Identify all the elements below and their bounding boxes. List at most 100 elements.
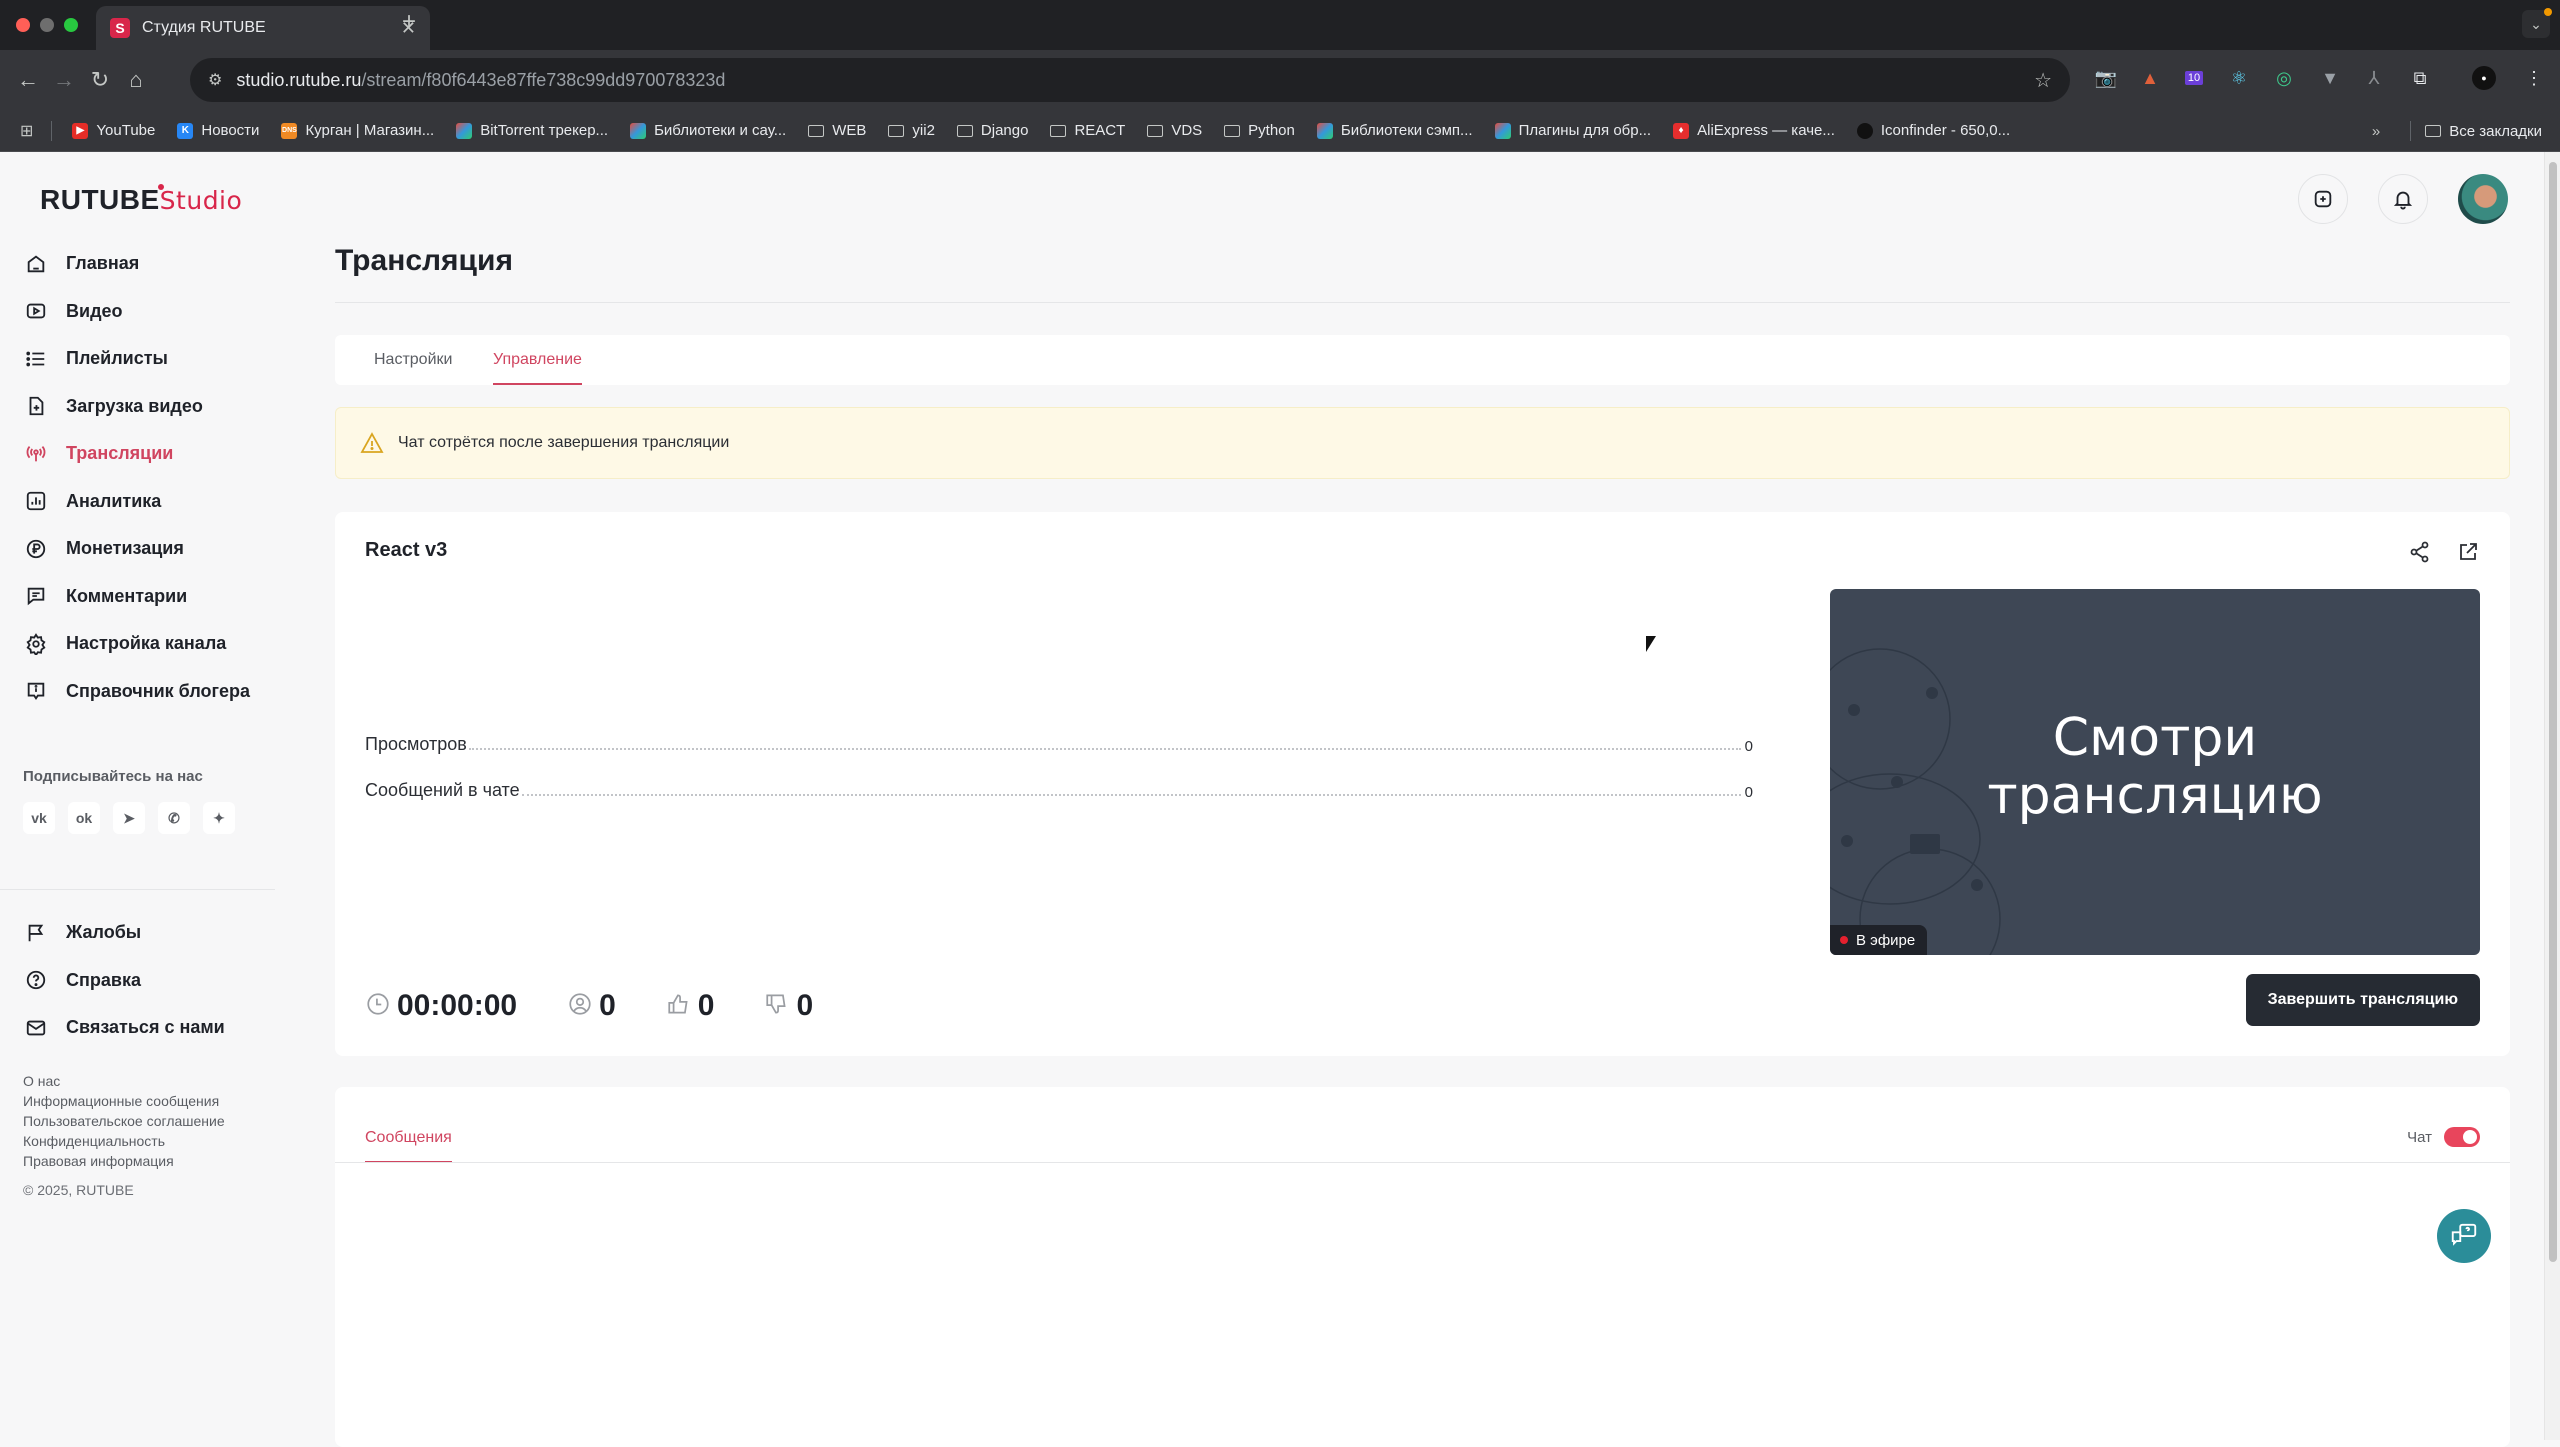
sidebar-item-channel-settings[interactable]: Настройка канала <box>24 620 250 668</box>
home-button[interactable]: ⌂ <box>118 67 154 93</box>
radar-extension-icon[interactable]: ◎ <box>2272 66 2296 90</box>
close-window-button[interactable] <box>16 18 30 32</box>
bookmarks-overflow-button[interactable]: » <box>2372 123 2380 140</box>
footer-link-info-messages[interactable]: Информационные сообщения <box>23 1091 225 1111</box>
vk-icon[interactable]: vk <box>23 802 55 834</box>
sidebar-item-comments[interactable]: Комментарии <box>24 573 250 621</box>
sidebar-item-label: Главная <box>66 253 140 274</box>
sidebar-item-home[interactable]: Главная <box>24 240 250 288</box>
bookmark-sample-libraries[interactable]: Библиотеки сэмп... <box>1316 122 1473 139</box>
profile-icon[interactable]: ● <box>2472 66 2496 90</box>
acrobat-extension-icon[interactable]: ⅄ <box>2362 66 2386 90</box>
sidebar-item-broadcasts[interactable]: Трансляции <box>24 430 250 478</box>
bookmark-aliexpress[interactable]: ♦ AliExpress — каче... <box>1673 122 1835 139</box>
extensions-puzzle-icon[interactable]: ⧉ <box>2408 66 2432 90</box>
viber-icon[interactable]: ✆ <box>158 802 190 834</box>
rutube-studio-logo[interactable]: RUTUBEStudio <box>40 184 242 216</box>
chat-switch[interactable] <box>2444 1127 2480 1147</box>
video-icon <box>24 299 48 323</box>
camera-extension-icon[interactable]: 📷 <box>2094 66 2118 90</box>
tab-messages[interactable]: Сообщения <box>365 1113 452 1163</box>
stream-card: React v3 Просмотров 0 Сообщений в чате 0 <box>335 512 2510 1056</box>
bookmark-folder-web[interactable]: WEB <box>808 122 866 139</box>
tab-search-button[interactable]: ⌄ <box>2522 8 2552 38</box>
bookmark-bittorrent[interactable]: BitTorrent трекер... <box>456 122 608 139</box>
bookmark-plugins[interactable]: Плагины для обр... <box>1494 122 1651 139</box>
bookmarks-bar: ⊞ ▶ YouTube K Новости DNS Курган | Магазин.… <box>0 110 2560 152</box>
scrollbar-thumb[interactable] <box>2549 162 2557 1262</box>
new-tab-button[interactable]: + <box>402 8 416 36</box>
sidebar-item-playlists[interactable]: Плейлисты <box>24 335 250 383</box>
ok-icon[interactable]: ok <box>68 802 100 834</box>
bookmark-folder-django[interactable]: Django <box>956 122 1028 139</box>
browser-tab[interactable]: S Студия RUTUBE ✕ <box>96 6 430 50</box>
browser-menu-icon[interactable]: ⋮ <box>2522 66 2546 90</box>
stat-label: Просмотров <box>365 734 467 754</box>
mouse-cursor <box>1646 636 1656 652</box>
back-button[interactable]: ← <box>10 67 46 93</box>
tab-settings[interactable]: Настройки <box>374 335 452 385</box>
minimize-window-button[interactable] <box>40 18 54 32</box>
bookmark-libraries[interactable]: Библиотеки и сау... <box>630 122 786 139</box>
rutube-favicon: S <box>110 18 130 38</box>
bookmark-iconfinder[interactable]: Iconfinder - 650,0... <box>1856 122 2010 139</box>
maximize-window-button[interactable] <box>64 18 78 32</box>
page-scrollbar[interactable] <box>2544 152 2560 1440</box>
footer-link-user-agreement[interactable]: Пользовательское соглашение <box>23 1111 225 1131</box>
bookmark-novosti[interactable]: K Новости <box>177 122 259 139</box>
bookmark-folder-vds[interactable]: VDS <box>1147 122 1202 139</box>
site-settings-icon[interactable]: ⚙ <box>208 70 222 90</box>
sidebar-item-analytics[interactable]: Аналитика <box>24 478 250 526</box>
footer-link-legal[interactable]: Правовая информация <box>23 1151 225 1171</box>
create-button[interactable] <box>2298 174 2348 224</box>
address-bar[interactable]: ⚙ studio.rutube.ru/stream/f80f6443e87ffe… <box>190 58 2070 102</box>
tab-management[interactable]: Управление <box>493 335 582 385</box>
reload-button[interactable]: ↻ <box>82 67 118 93</box>
notifications-button[interactable] <box>2378 174 2428 224</box>
sidebar-item-label: Загрузка видео <box>66 395 203 416</box>
sidebar-item-contact[interactable]: Связаться с нами <box>24 1004 225 1052</box>
bookmark-kurgan[interactable]: DNS Курган | Магазин... <box>281 122 434 139</box>
sidebar-item-upload[interactable]: Загрузка видео <box>24 383 250 431</box>
vue-devtools-icon[interactable]: ▼ <box>2318 66 2342 90</box>
extension-badge-icon[interactable]: 10 <box>2182 66 2206 90</box>
forward-button[interactable]: → <box>46 67 82 93</box>
bookmark-folder-react[interactable]: REACT <box>1050 122 1125 139</box>
bookmark-youtube[interactable]: ▶ YouTube <box>72 122 155 139</box>
share-icon[interactable] <box>2408 540 2432 569</box>
support-chat-button[interactable] <box>2437 1209 2491 1263</box>
lighthouse-extension-icon[interactable]: ▲ <box>2138 66 2162 90</box>
bookmark-folder-yii2[interactable]: yii2 <box>888 122 935 139</box>
react-devtools-icon[interactable]: ⚛ <box>2227 66 2251 90</box>
dot-leader <box>521 794 1741 796</box>
stream-preview[interactable]: Смотри трансляцию В эфире <box>1830 589 2480 955</box>
all-bookmarks-button[interactable]: Все закладки <box>2425 123 2542 140</box>
bookmark-folder-python[interactable]: Python <box>1224 122 1295 139</box>
end-stream-button[interactable]: Завершить трансляцию <box>2245 974 2480 1026</box>
sidebar-item-video[interactable]: Видео <box>24 288 250 336</box>
thumbs-up-icon <box>666 991 692 1022</box>
sparkle-icon[interactable]: ✦ <box>203 802 235 834</box>
metric-viewers: 0 <box>567 989 616 1023</box>
page-title: Трансляция <box>335 244 513 277</box>
user-avatar[interactable] <box>2458 174 2508 224</box>
apps-grid-icon[interactable]: ⊞ <box>20 121 33 141</box>
external-link-icon[interactable] <box>2456 540 2480 569</box>
sidebar-item-monetization[interactable]: Монетизация <box>24 525 250 573</box>
sidebar-item-complaints[interactable]: Жалобы <box>24 909 225 957</box>
live-dot-icon <box>1840 936 1848 944</box>
folder-icon <box>1050 124 1067 137</box>
thumbs-down-icon <box>764 991 790 1022</box>
footer-link-privacy[interactable]: Конфиденциальность <box>23 1131 225 1151</box>
page-tabs: Настройки Управление <box>335 335 2510 385</box>
stat-row-views: Просмотров 0 <box>365 734 1753 755</box>
footer-link-about[interactable]: О нас <box>23 1071 225 1091</box>
telegram-icon[interactable]: ➤ <box>113 802 145 834</box>
messages-card: Сообщения Чат <box>335 1087 2510 1447</box>
bookmark-star-icon[interactable]: ☆ <box>2034 68 2052 93</box>
folder-icon <box>1224 124 1241 137</box>
sidebar-item-blogger-guide[interactable]: Справочник блогера <box>24 668 250 716</box>
title-divider <box>335 302 2510 303</box>
divider <box>2410 121 2412 141</box>
sidebar-item-help[interactable]: Справка <box>24 957 225 1005</box>
